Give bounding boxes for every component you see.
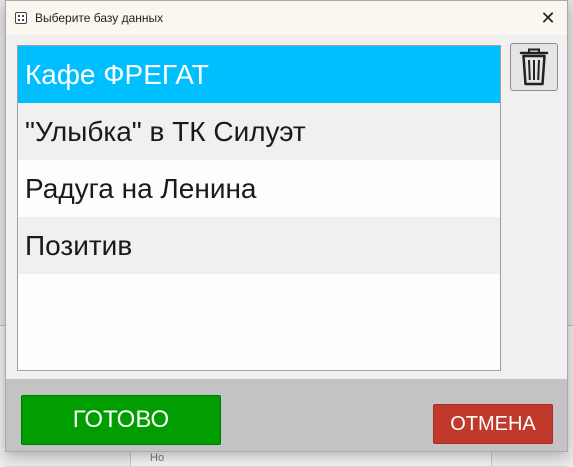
background-partial-text: Но [150, 452, 165, 464]
list-item[interactable]: Позитив [18, 217, 500, 274]
dialog-footer: ГОТОВО ОТМЕНА [6, 379, 567, 451]
close-icon: ✕ [540, 7, 556, 28]
database-list[interactable]: Кафе ФРЕГАТ "Улыбка" в ТК Силуэт Радуга … [17, 45, 501, 371]
trash-icon [519, 48, 549, 86]
select-database-dialog: Выберите базу данных ✕ Кафе ФРЕГАТ "Улыб… [5, 0, 568, 452]
list-item[interactable]: Радуга на Ленина [18, 160, 500, 217]
dialog-title: Выберите базу данных [35, 11, 164, 25]
delete-database-button[interactable] [510, 43, 558, 91]
cancel-button[interactable]: ОТМЕНА [433, 404, 553, 444]
title-bar: Выберите базу данных ✕ [6, 1, 567, 35]
close-button[interactable]: ✕ [535, 5, 561, 31]
background-bottom-cell [130, 452, 492, 466]
list-item[interactable]: "Улыбка" в ТК Силуэт [18, 103, 500, 160]
ok-button[interactable]: ГОТОВО [21, 395, 221, 445]
app-icon [15, 12, 27, 24]
list-item-selected[interactable]: Кафе ФРЕГАТ [18, 46, 500, 103]
